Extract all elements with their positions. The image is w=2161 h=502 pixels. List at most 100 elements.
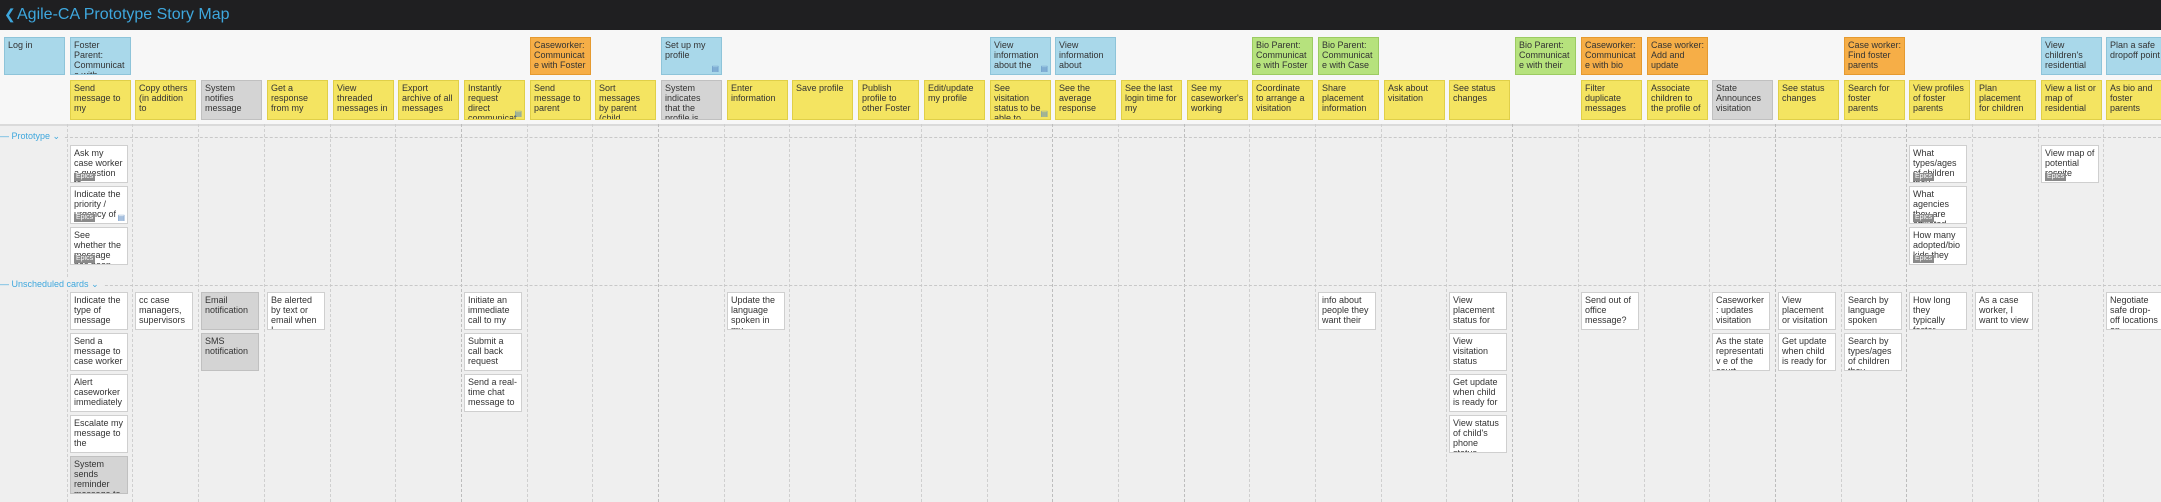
activity-card[interactable]: Caseworker: Communicate with Foster: [530, 37, 591, 75]
prototype-card[interactable]: What types/ages of children theyEpics: [1909, 145, 1967, 183]
prototype-card[interactable]: How many adopted/bio kids theyEpics: [1909, 227, 1967, 265]
card-text: Email notification: [205, 295, 249, 315]
chevron-down-icon[interactable]: ⌄: [89, 279, 99, 289]
card-text: View information about the: [994, 40, 1039, 70]
card-text: See my caseworker's working: [1191, 83, 1244, 113]
card-text: Alert caseworker immediately: [74, 377, 123, 407]
story-card[interactable]: Ask about visitation: [1384, 80, 1445, 120]
unscheduled-card[interactable]: Escalate my message to the: [70, 415, 128, 453]
column-divider: [592, 124, 593, 502]
prototype-card[interactable]: Indicate the priority / urgency ofEpics▤: [70, 186, 128, 224]
chevron-left-icon[interactable]: ❮: [4, 7, 16, 21]
story-card[interactable]: Filter duplicate messages: [1581, 80, 1642, 120]
collapse-icon[interactable]: —: [0, 279, 12, 289]
story-card[interactable]: Enter information: [727, 80, 788, 120]
unscheduled-card[interactable]: Get update when child is ready for: [1778, 333, 1836, 371]
story-card[interactable]: See my caseworker's working: [1187, 80, 1248, 120]
column-divider: [987, 124, 988, 502]
story-card[interactable]: View profiles of foster parents: [1909, 80, 1970, 120]
activity-card[interactable]: Case worker: Add and update: [1647, 37, 1708, 75]
story-card[interactable]: Send message to parent: [530, 80, 591, 120]
activity-card[interactable]: Log in: [4, 37, 65, 75]
story-card[interactable]: See visitation status to be able to ▤: [990, 80, 1051, 120]
story-card[interactable]: Get a response from my: [267, 80, 328, 120]
story-card[interactable]: Export archive of all messages: [398, 80, 459, 120]
lane-prototype-label[interactable]: — Prototype ⌄: [0, 130, 65, 142]
activity-card[interactable]: View information about: [1055, 37, 1116, 75]
column-divider: [789, 124, 790, 502]
card-text: Send a message to case worker: [74, 336, 123, 366]
unscheduled-card[interactable]: Submit a call back request: [464, 333, 522, 371]
activity-card[interactable]: Plan a safe dropoff point: [2106, 37, 2161, 75]
activity-card[interactable]: Bio Parent: Communicate with Foster: [1252, 37, 1313, 75]
unscheduled-card[interactable]: Send out of office message?: [1581, 292, 1639, 330]
unscheduled-card[interactable]: How long they typically foster: [1909, 292, 1967, 330]
story-card[interactable]: Copy others (in addition to: [135, 80, 196, 120]
story-card[interactable]: Publish profile to other Foster: [858, 80, 919, 120]
activity-card[interactable]: Caseworker: Communicate with bio: [1581, 37, 1642, 75]
story-card[interactable]: View a list or map of residential: [2041, 80, 2102, 120]
story-card[interactable]: Associate children to the profile of: [1647, 80, 1708, 120]
story-card[interactable]: System indicates that the profile is: [661, 80, 722, 120]
story-card[interactable]: See status changes: [1449, 80, 1510, 120]
unscheduled-card[interactable]: Be alerted by text or email when I: [267, 292, 325, 330]
story-card[interactable]: Save profile: [792, 80, 853, 120]
unscheduled-card[interactable]: Search by language spoken: [1844, 292, 1902, 330]
unscheduled-card[interactable]: Update the language spoken in my: [727, 292, 785, 330]
unscheduled-card[interactable]: Alert caseworker immediately: [70, 374, 128, 412]
document-icon: ▤: [711, 64, 719, 73]
collapse-icon[interactable]: —: [0, 131, 12, 141]
title-bar: ❮ Agile-CA Prototype Story Map: [0, 0, 2161, 30]
unscheduled-card[interactable]: SMS notification: [201, 333, 259, 371]
story-card[interactable]: See the last login time for my: [1121, 80, 1182, 120]
activity-card[interactable]: Case worker: Find foster parents: [1844, 37, 1905, 75]
unscheduled-card[interactable]: View placement or visitation: [1778, 292, 1836, 330]
prototype-card[interactable]: What agencies they are affiliatedEpics: [1909, 186, 1967, 224]
unscheduled-card[interactable]: View status of child's phone status: [1449, 415, 1507, 453]
unscheduled-card[interactable]: Initiate an immediate call to my: [464, 292, 522, 330]
card-text: Caseworker: Communicate with Foster: [534, 40, 586, 70]
story-card[interactable]: As bio and foster parents: [2106, 80, 2161, 120]
prototype-card[interactable]: View map of potential respiteEpics: [2041, 145, 2099, 183]
story-card[interactable]: Sort messages by parent (child: [595, 80, 656, 120]
story-card[interactable]: View threaded messages in: [333, 80, 394, 120]
unscheduled-card[interactable]: View placement status for: [1449, 292, 1507, 330]
story-card[interactable]: State Announces visitation: [1712, 80, 1773, 120]
story-card[interactable]: System notifies message: [201, 80, 262, 120]
story-card[interactable]: Search for foster parents: [1844, 80, 1905, 120]
story-card[interactable]: Edit/update my profile: [924, 80, 985, 120]
unscheduled-card[interactable]: As a case worker, I want to view: [1975, 292, 2033, 330]
story-card[interactable]: See status changes: [1778, 80, 1839, 120]
card-text: Bio Parent: Communicate with Foster: [1256, 40, 1308, 70]
unscheduled-card[interactable]: Email notification: [201, 292, 259, 330]
story-card[interactable]: Send message to my: [70, 80, 131, 120]
card-text: View profiles of foster parents: [1913, 83, 1964, 113]
story-card[interactable]: Coordinate to arrange a visitation: [1252, 80, 1313, 120]
unscheduled-card[interactable]: Search by types/ages of children they: [1844, 333, 1902, 371]
prototype-card[interactable]: See whether the message has beenEpics: [70, 227, 128, 265]
unscheduled-card[interactable]: cc case managers, supervisors: [135, 292, 193, 330]
unscheduled-card[interactable]: Send a real-time chat message to: [464, 374, 522, 412]
unscheduled-card[interactable]: Send a message to case worker: [70, 333, 128, 371]
unscheduled-card[interactable]: Get update when child is ready for: [1449, 374, 1507, 412]
unscheduled-card[interactable]: As the state representativ e of the cour…: [1712, 333, 1770, 371]
activity-card[interactable]: Set up my profile ▤: [661, 37, 722, 75]
unscheduled-card[interactable]: Negotiate safe drop-off locations on: [2106, 292, 2161, 330]
activity-card[interactable]: View children's residential: [2041, 37, 2102, 75]
story-card[interactable]: See the average response: [1055, 80, 1116, 120]
unscheduled-card[interactable]: Indicate the type of message: [70, 292, 128, 330]
activity-card[interactable]: Foster Parent: Communicate with: [70, 37, 131, 75]
prototype-card[interactable]: Ask my case worker a question toEpics: [70, 145, 128, 183]
chevron-down-icon[interactable]: ⌄: [50, 131, 61, 141]
activity-card[interactable]: Bio Parent: Communicate with their: [1515, 37, 1576, 75]
activity-card[interactable]: View information about the ▤: [990, 37, 1051, 75]
story-card[interactable]: Plan placement for children: [1975, 80, 2036, 120]
unscheduled-card[interactable]: Caseworker: updates visitation: [1712, 292, 1770, 330]
lane-unscheduled-label[interactable]: — Unscheduled cards ⌄: [0, 278, 103, 290]
story-card[interactable]: Share placement information: [1318, 80, 1379, 120]
activity-card[interactable]: Bio Parent: Communicate with Case: [1318, 37, 1379, 75]
story-card[interactable]: Instantly request direct communicat ▤: [464, 80, 525, 120]
unscheduled-card[interactable]: System sends reminder message to: [70, 456, 128, 494]
unscheduled-card[interactable]: View visitation status: [1449, 333, 1507, 371]
unscheduled-card[interactable]: info about people they want their: [1318, 292, 1376, 330]
